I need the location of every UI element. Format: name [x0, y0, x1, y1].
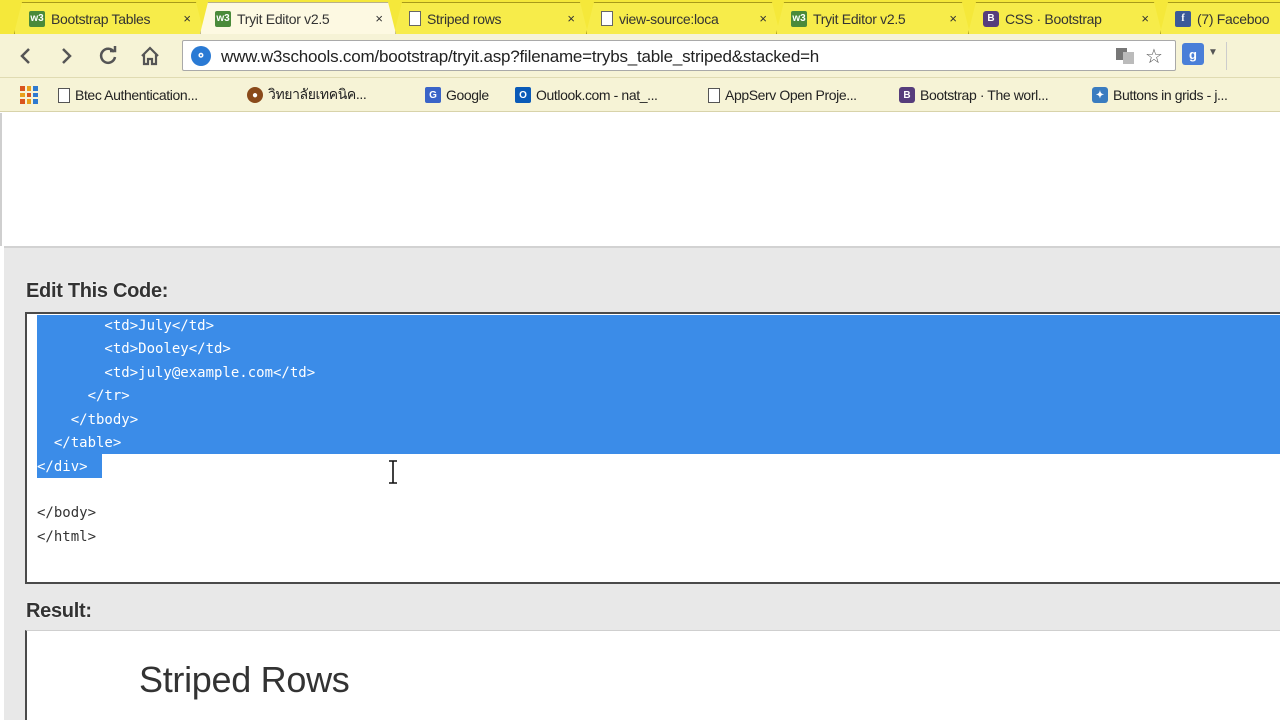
tab-label: Tryit Editor v2.5: [237, 10, 330, 27]
code-line[interactable]: <td>july@example.com</td>: [37, 362, 315, 384]
code-editor[interactable]: <td>July</td> <td>Dooley</td> <td>july@e…: [25, 312, 1280, 584]
tab-label: Tryit Editor v2.5: [813, 10, 906, 27]
outlook-icon: O: [515, 87, 531, 103]
forward-button[interactable]: [52, 42, 80, 70]
reload-button[interactable]: [94, 42, 122, 70]
bookmark-outlook[interactable]: O Outlook.com - nat_...: [515, 85, 658, 105]
site-icon: ●: [247, 87, 263, 103]
google-icon: G: [425, 87, 441, 103]
tab-label: Striped rows: [427, 10, 502, 27]
result-heading: Striped Rows: [139, 659, 350, 700]
translate-icon[interactable]: [1115, 47, 1135, 70]
tab-tryit-editor-active[interactable]: w3 Tryit Editor v2.5 ×: [200, 2, 396, 34]
forward-arrow-icon: [62, 48, 72, 64]
reload-icon: [99, 46, 117, 64]
page-icon: [708, 87, 720, 103]
code-line[interactable]: </tbody>: [37, 409, 138, 431]
chevron-down-icon[interactable]: ▼: [1208, 47, 1218, 58]
w3schools-icon: w3: [215, 11, 231, 27]
result-label: Result:: [26, 600, 92, 622]
bookmark-btec[interactable]: Btec Authentication...: [58, 85, 198, 105]
close-icon[interactable]: ×: [183, 11, 191, 26]
back-button[interactable]: [12, 42, 40, 70]
code-line[interactable]: </div>: [37, 456, 88, 478]
toolbar-separator: [1226, 42, 1256, 70]
back-arrow-icon: [20, 48, 30, 64]
apps-grid-icon[interactable]: [20, 86, 38, 104]
bootstrap-icon: B: [983, 11, 999, 27]
close-icon[interactable]: ×: [949, 11, 957, 26]
bookmark-label: AppServ Open Proje...: [725, 87, 857, 103]
close-icon[interactable]: ×: [759, 11, 767, 26]
url-text[interactable]: www.w3schools.com/bootstrap/tryit.asp?fi…: [221, 47, 819, 67]
result-frame[interactable]: Striped Rows: [25, 630, 1280, 720]
bookmark-buttons-grids[interactable]: ✦ Buttons in grids - j...: [1092, 85, 1228, 105]
address-bar[interactable]: ⚬ www.w3schools.com/bootstrap/tryit.asp?…: [182, 40, 1176, 71]
facebook-icon: f: [1175, 11, 1191, 27]
text-cursor-icon: [389, 460, 397, 484]
close-icon[interactable]: ×: [375, 11, 383, 26]
close-icon[interactable]: ×: [1141, 11, 1149, 26]
page-blank-area: [0, 113, 1280, 246]
tab-tryit-editor[interactable]: w3 Tryit Editor v2.5 ×: [776, 2, 970, 34]
bookmark-label: Google: [446, 87, 489, 103]
code-line[interactable]: <td>July</td>: [37, 315, 214, 337]
code-line[interactable]: </body>: [37, 502, 96, 524]
tryit-editor-panel: Edit This Code: <td>July</td> <td>Dooley…: [4, 246, 1280, 720]
bookmark-label: วิทยาลัยเทคนิค...: [268, 86, 367, 102]
tab-view-source[interactable]: view-source:loca ×: [586, 2, 780, 34]
bookmark-label: Btec Authentication...: [75, 87, 198, 103]
tab-label: Bootstrap Tables: [51, 10, 151, 27]
bookmark-star-icon[interactable]: ☆: [1145, 44, 1163, 69]
bookmark-label: Bootstrap · The worl...: [920, 87, 1049, 103]
browser-toolbar: ⚬ www.w3schools.com/bootstrap/tryit.asp?…: [0, 34, 1280, 78]
bookmark-label: Buttons in grids - j...: [1113, 87, 1228, 103]
bookmark-college[interactable]: ● วิทยาลัยเทคนิค...: [247, 85, 367, 105]
code-line[interactable]: </table>: [37, 432, 121, 454]
tab-bootstrap-tables[interactable]: w3 Bootstrap Tables ×: [14, 2, 204, 34]
text-selection: [37, 315, 1280, 454]
tab-label: CSS · Bootstrap: [1005, 10, 1102, 27]
close-icon[interactable]: ×: [567, 11, 575, 26]
tab-label: (7) Faceboo: [1197, 10, 1270, 27]
tab-label: view-source:loca: [619, 10, 719, 27]
code-line[interactable]: </html>: [37, 526, 96, 548]
bookmark-label: Outlook.com - nat_...: [536, 87, 658, 103]
code-line[interactable]: </tr>: [37, 385, 130, 407]
google-extension-icon[interactable]: g: [1182, 43, 1204, 65]
w3schools-icon: w3: [791, 11, 807, 27]
w3schools-icon: w3: [29, 11, 45, 27]
bootstrap-icon: B: [899, 87, 915, 103]
bookmark-google[interactable]: G Google: [425, 85, 489, 105]
page-icon: [58, 87, 70, 103]
puzzle-icon: ✦: [1092, 87, 1108, 103]
tab-facebook[interactable]: f (7) Faceboo: [1160, 2, 1280, 34]
home-button[interactable]: [136, 42, 164, 70]
tab-strip: w3 Bootstrap Tables × w3 Tryit Editor v2…: [0, 0, 1280, 34]
edit-code-label: Edit This Code:: [26, 280, 169, 302]
page-icon: [601, 11, 613, 26]
tab-css-bootstrap[interactable]: B CSS · Bootstrap ×: [968, 2, 1162, 34]
home-icon: [141, 46, 159, 66]
code-line[interactable]: <td>Dooley</td>: [37, 338, 230, 360]
page-icon: [409, 11, 421, 26]
bookmark-appserv[interactable]: AppServ Open Proje...: [708, 85, 857, 105]
site-info-icon[interactable]: ⚬: [191, 46, 211, 66]
bookmark-bootstrap[interactable]: B Bootstrap · The worl...: [899, 85, 1049, 105]
bookmarks-bar: Btec Authentication... ● วิทยาลัยเทคนิค.…: [0, 78, 1280, 112]
tab-striped-rows[interactable]: Striped rows ×: [394, 2, 588, 34]
